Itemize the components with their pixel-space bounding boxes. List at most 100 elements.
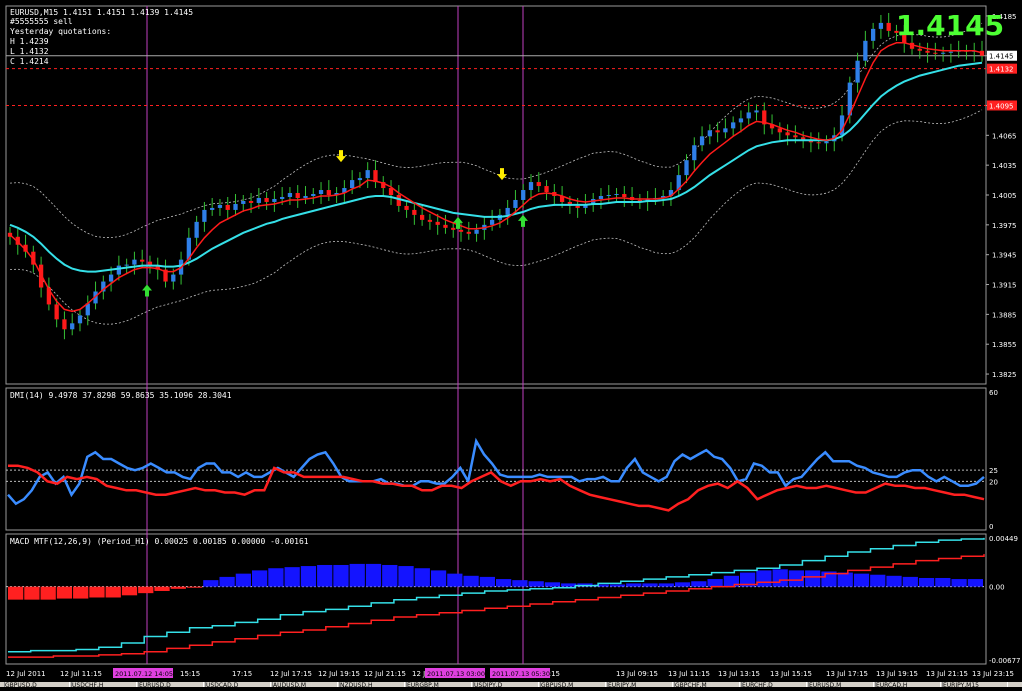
candle-body: [489, 219, 495, 225]
macd-histogram-bar: [219, 576, 235, 587]
candle-body: [824, 141, 829, 144]
macd-histogram-bar: [365, 563, 382, 587]
candle-body: [707, 130, 712, 137]
macd-histogram-bar: [463, 575, 479, 587]
price-highlight-label: 1.4145: [989, 53, 1014, 61]
candle-body: [451, 227, 456, 230]
macd-histogram-bar: [382, 564, 398, 587]
chart-window[interactable]: 1.41851.41451.40951.40651.40351.40051.39…: [0, 0, 1022, 687]
time-axis-label: 13 Jul 17:15: [826, 670, 868, 678]
candle-body: [396, 195, 401, 206]
candle-body: [202, 209, 207, 222]
macd-histogram-bar: [24, 586, 40, 600]
time-axis-label: 13 Jul 13:15: [718, 670, 760, 678]
candle-body: [917, 48, 922, 51]
price-axis-label: 1.3825: [992, 371, 1017, 379]
symbol-tab[interactable]: GBPUSD,M: [540, 682, 606, 687]
macd-histogram-bar: [626, 583, 642, 587]
macd-histogram-bar: [479, 576, 495, 587]
time-axis-label: 13 Jul 21:15: [926, 670, 968, 678]
candle-body: [326, 190, 331, 195]
macd-histogram-bar: [609, 584, 626, 587]
macd-histogram-bar: [707, 579, 723, 587]
candle-body: [412, 209, 417, 215]
macd-histogram-bar: [186, 586, 203, 588]
macd-histogram-bar: [8, 586, 24, 600]
candle-body: [303, 195, 308, 198]
macd-axis-label: -0.00677: [989, 657, 1020, 665]
symbol-tab[interactable]: NZDUSD,H: [339, 682, 405, 687]
symbol-tab[interactable]: USDCHF,H: [71, 682, 137, 687]
time-marker-label: 2011.07.12 14:05: [115, 670, 173, 678]
candle-body: [816, 142, 821, 144]
symbol-tab[interactable]: AUDUSD,M: [272, 682, 338, 687]
symbol-tab[interactable]: GBPUSD,D: [4, 682, 70, 687]
price-axis-label: 1.3885: [992, 311, 1017, 319]
signal-line: #5555555 sell: [10, 17, 73, 26]
candle-body: [598, 195, 604, 199]
time-axis-label: 13 Jul 11:15: [668, 670, 710, 678]
symbol-tab[interactable]: EURCAD,H: [875, 682, 941, 687]
candle-body: [108, 274, 114, 282]
macd-histogram-bar: [691, 581, 707, 587]
symbol-tab[interactable]: EURGBP,M: [406, 682, 472, 687]
dmi-axis-label: 20: [989, 478, 998, 486]
candle-body: [933, 52, 938, 54]
dmi-axis-label: 60: [989, 389, 998, 397]
macd-histogram-bar: [935, 577, 951, 587]
candle-body: [886, 22, 891, 31]
macd-histogram-bar: [268, 568, 284, 587]
candle-body: [295, 193, 300, 198]
macd-histogram-bar: [512, 580, 528, 587]
macd-histogram-bar: [447, 573, 463, 587]
macd-histogram-bar: [414, 568, 430, 587]
symbol-tab[interactable]: EURCHF,D: [741, 682, 807, 687]
dmi-axis-label: 0: [989, 523, 993, 531]
candle-body: [77, 315, 83, 324]
candle-body: [272, 198, 277, 202]
candle-body: [171, 274, 176, 282]
chart-canvas[interactable]: 1.41851.41451.40951.40651.40351.40051.39…: [0, 0, 1022, 687]
symbol-tab[interactable]: USDCAD,D: [205, 682, 271, 687]
candle-body: [614, 194, 619, 196]
macd-title: MACD MTF(12,26,9) (Period_H1) 0.00025 0.…: [10, 537, 309, 546]
candle-body: [256, 197, 261, 203]
candle-body: [132, 259, 137, 265]
macd-histogram-bar: [138, 586, 154, 594]
candle-body: [692, 145, 697, 161]
macd-histogram-bar: [235, 573, 251, 587]
price-axis-label: 1.4065: [992, 132, 1017, 140]
candle-body: [723, 128, 728, 133]
price-axis-label: 1.3975: [992, 222, 1017, 230]
time-axis-label: 13 Jul 09:15: [616, 670, 658, 678]
price-axis-label: 1.3945: [992, 252, 1017, 260]
symbol-tab[interactable]: GBPCHF,M: [674, 682, 740, 687]
macd-histogram-bar: [674, 582, 691, 587]
yesterday-high: H 1.4239: [10, 37, 49, 46]
dmi-axis-label: 25: [989, 467, 998, 475]
macd-histogram-bar: [398, 566, 414, 587]
candle-body: [878, 22, 884, 29]
candle-body: [116, 265, 122, 275]
candle-body: [350, 180, 355, 189]
candle-body: [248, 200, 254, 203]
symbol-tab[interactable]: EURJPY,M15: [942, 682, 1008, 687]
macd-histogram-bar: [496, 579, 512, 587]
candle-body: [435, 221, 440, 225]
candle-body: [606, 195, 611, 196]
price-axis-label: 1.3915: [992, 282, 1017, 290]
candle-body: [785, 132, 790, 136]
candle-body: [863, 40, 868, 61]
macd-histogram-bar: [658, 583, 674, 587]
candle-body: [210, 207, 215, 210]
symbol-tab[interactable]: EURUSD,D: [138, 682, 204, 687]
candle-body: [575, 205, 580, 208]
symbol-tab[interactable]: EURJPY,M: [607, 682, 673, 687]
candle-body: [287, 193, 293, 197]
symbol-tab[interactable]: EURUSD,M: [808, 682, 874, 687]
candle-body: [684, 160, 689, 176]
symbol-tab[interactable]: USDJPY,D: [473, 682, 539, 687]
time-axis-label: 12 Jul 11:15: [60, 670, 102, 678]
macd-histogram-bar: [853, 573, 870, 587]
candle-body: [225, 204, 230, 210]
